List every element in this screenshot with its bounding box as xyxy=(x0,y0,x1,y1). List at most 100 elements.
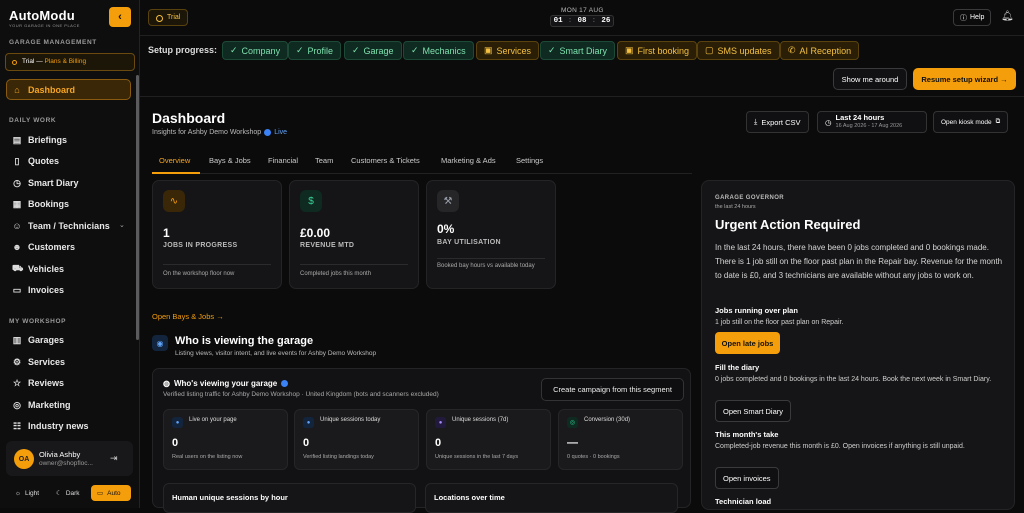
show-me-around-button[interactable]: Show me around xyxy=(833,68,907,90)
open-bays-jobs-link[interactable]: Open Bays & Jobs → xyxy=(152,312,224,321)
sidebar-item-vehicles[interactable]: ⛟ Vehicles xyxy=(12,262,64,276)
plans-billing-label: Plans & Billing xyxy=(44,58,87,65)
help-button[interactable]: ⓘ Help xyxy=(953,9,992,26)
check-icon: ✓ xyxy=(352,45,360,55)
tab-overview[interactable]: Overview xyxy=(159,156,190,165)
sidebar-item-industry-news[interactable]: ☷ Industry news xyxy=(12,419,89,433)
divider xyxy=(140,96,1024,97)
action-text: 0 jobs completed and 0 bookings in the l… xyxy=(715,376,992,383)
verified-icon xyxy=(281,380,289,387)
setup-step-garage[interactable]: ✓ Garage xyxy=(344,41,402,60)
setup-step-mechanics[interactable]: ✓ Mechanics xyxy=(403,41,474,60)
page-title: Dashboard xyxy=(152,110,226,126)
open-invoices-button[interactable]: Open invoices xyxy=(715,467,779,489)
brand-tagline: YOUR GARAGE IN ONE PLACE xyxy=(9,23,80,28)
chevron-down-icon[interactable]: ⌄ xyxy=(119,221,125,229)
trial-badge[interactable]: Trial xyxy=(148,9,189,26)
setup-step-label: Garage xyxy=(363,45,394,56)
setup-step-sms-updates[interactable]: ▢ SMS updates xyxy=(697,41,780,60)
building-icon: ▥ xyxy=(12,334,22,345)
sidebar-scrollbar[interactable] xyxy=(136,75,139,340)
setup-step-smart-diary[interactable]: ✓ Smart Diary xyxy=(540,41,616,60)
invoice-icon: ▭ xyxy=(12,284,22,295)
sidebar-item-invoices[interactable]: ▭ Invoices xyxy=(12,283,64,297)
trial-plans-link[interactable]: Trial — Plans & Billing xyxy=(5,53,135,71)
calendar-icon: ◷ xyxy=(825,117,832,127)
sidebar-item-marketing[interactable]: ◎ Marketing xyxy=(12,398,70,412)
visitor-card: ◍ Who's viewing your garage Verified list… xyxy=(152,368,691,513)
moon-icon: ☾ xyxy=(56,490,62,497)
tab-settings[interactable]: Settings xyxy=(516,156,543,165)
sidebar-item-dashboard[interactable]: ⌂ Dashboard xyxy=(12,83,75,97)
sidebar-item-label: Customers xyxy=(28,242,76,252)
box-icon: ▣ xyxy=(484,45,493,55)
open-late-jobs-button[interactable]: Open late jobs xyxy=(715,332,780,354)
action-heading: Technician load xyxy=(715,497,772,506)
sidebar-item-briefings[interactable]: ▤ Briefings xyxy=(12,133,67,147)
sidebar-item-label: Smart Diary xyxy=(28,178,79,188)
avatar: OA xyxy=(14,449,34,469)
page-subtitle: Insights for Ashby Demo Workshop Live xyxy=(152,129,287,136)
tab-bays-jobs[interactable]: Bays & Jobs xyxy=(209,156,251,165)
kpi-revenue-mtd[interactable]: $ £0.00 REVENUE MTD Completed jobs this … xyxy=(289,180,419,289)
target-icon: ◎ xyxy=(567,417,578,428)
metric-footnote: Unique sessions in the last 7 days xyxy=(435,454,519,460)
kpi-value: £0.00 xyxy=(300,226,331,240)
setup-step-ai-reception[interactable]: ✆ AI Reception xyxy=(780,41,860,60)
sidebar-item-garages[interactable]: ▥ Garages xyxy=(12,333,64,347)
setup-step-company[interactable]: ✓ Company xyxy=(222,41,289,60)
star-icon: ☆ xyxy=(12,377,22,388)
globe-icon: ◍ xyxy=(163,379,170,388)
tab-marketing-ads[interactable]: Marketing & Ads xyxy=(441,156,496,165)
sidebar-item-services[interactable]: ⚙ Services xyxy=(12,355,65,369)
setup-step-services[interactable]: ▣ Services xyxy=(476,41,540,60)
collapse-sidebar-button[interactable]: ‹ xyxy=(109,7,131,27)
create-campaign-button[interactable]: Create campaign from this segment xyxy=(541,378,684,401)
visitor-card-subtitle: Verified listing traffic for Ashby Demo … xyxy=(163,391,439,398)
setup-step-label: Company xyxy=(241,45,281,56)
brand-logo[interactable]: AutoModu xyxy=(9,8,75,23)
locations-panel: Locations over time xyxy=(425,483,678,513)
users-icon: ● xyxy=(303,417,314,428)
setup-step-profile[interactable]: ✓ Profile xyxy=(288,41,342,60)
bell-icon[interactable]: 🔔︎ xyxy=(1001,11,1014,22)
theme-auto-button[interactable]: ▭ Auto xyxy=(91,485,131,501)
tab-financial[interactable]: Financial xyxy=(268,156,298,165)
export-csv-button[interactable]: ⤓ Export CSV xyxy=(746,111,809,133)
open-smart-diary-button[interactable]: Open Smart Diary xyxy=(715,400,792,422)
user-card[interactable]: OA Olivia Ashby owner@shopfloc... ⇥ xyxy=(6,441,133,476)
metric-value: 0 xyxy=(303,437,310,449)
section-label-my-workshop: MY WORKSHOP xyxy=(9,318,67,325)
message-icon: ▢ xyxy=(705,45,714,55)
setup-step-first-booking[interactable]: ▣ First booking xyxy=(617,41,698,60)
governor-summary: In the last 24 hours, there have been 0 … xyxy=(715,243,1003,280)
help-label: Help xyxy=(970,14,985,21)
metric-value: — xyxy=(567,437,578,449)
sidebar-item-bookings[interactable]: ▦ Bookings xyxy=(12,197,69,211)
sidebar-item-label: Invoices xyxy=(28,285,65,295)
setup-step-label: SMS updates xyxy=(717,45,772,56)
user-icon: ● xyxy=(172,417,183,428)
sidebar-item-reviews[interactable]: ☆ Reviews xyxy=(12,376,64,390)
check-icon: ✓ xyxy=(548,45,556,55)
sidebar-item-customers[interactable]: ☻ Customers xyxy=(12,240,75,254)
sidebar-item-smart-diary[interactable]: ◷ Smart Diary xyxy=(12,176,79,190)
kpi-jobs-in-progress[interactable]: ∿ 1 JOBS IN PROGRESS On the workshop flo… xyxy=(152,180,282,289)
logout-icon[interactable]: ⇥ xyxy=(110,453,118,464)
garage-governor-panel: GARAGE GOVERNOR the last 24 hours Urgent… xyxy=(701,180,1015,510)
kpi-bay-utilisation[interactable]: ⚒ 0% BAY UTILISATION Booked bay hours vs… xyxy=(426,180,556,289)
open-kiosk-mode-button[interactable]: Open kiosk mode ⧉ xyxy=(933,111,1009,133)
date-range-picker[interactable]: ◷ Last 24 hours 16 Aug 2026 - 17 Aug 202… xyxy=(817,111,927,133)
sidebar-item-label: Dashboard xyxy=(28,85,76,95)
tab-team[interactable]: Team xyxy=(315,156,333,165)
theme-light-button[interactable]: ☼ Light xyxy=(9,485,45,501)
sidebar-item-quotes[interactable]: ▯ Quotes xyxy=(12,154,60,168)
sidebar-item-team[interactable]: ☺ Team / Technicians xyxy=(12,219,109,233)
resume-setup-wizard-button[interactable]: Resume setup wizard → xyxy=(913,68,1016,90)
info-icon xyxy=(12,60,17,65)
metric-footnote: 0 quotes · 0 bookings xyxy=(567,454,620,460)
theme-dark-button[interactable]: ☾ Dark xyxy=(50,485,86,501)
current-date: MON 17 AUG xyxy=(561,7,604,14)
tab-customers-tickets[interactable]: Customers & Tickets xyxy=(351,156,420,165)
kpi-label: REVENUE MTD xyxy=(300,242,355,249)
